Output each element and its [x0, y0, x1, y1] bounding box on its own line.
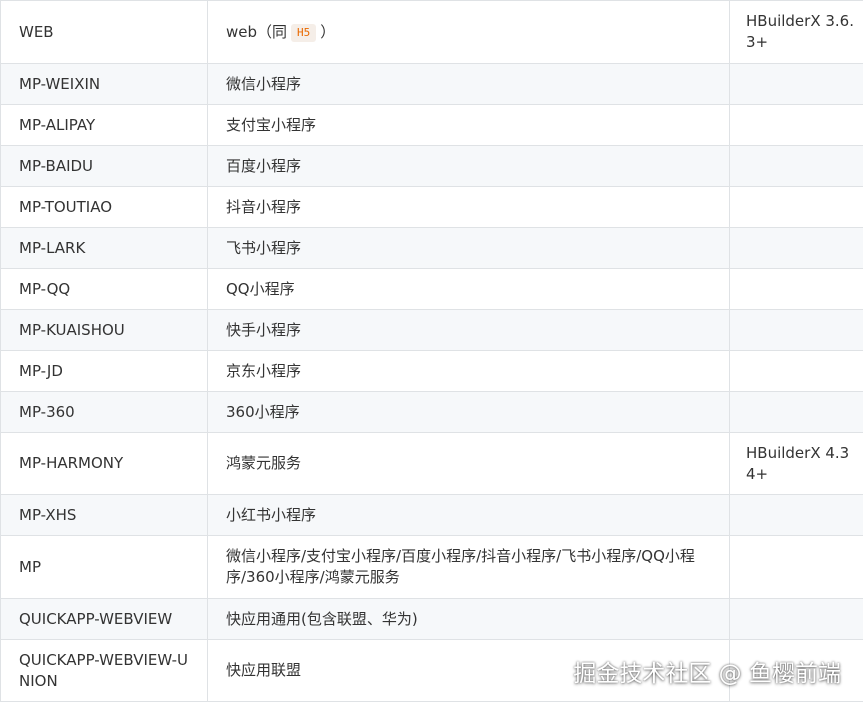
table-row: MP-QQ QQ小程序: [0, 268, 863, 310]
description-cell: 鸿蒙元服务: [207, 432, 730, 495]
table-row: MP-HARMONY 鸿蒙元服务 HBuilderX 4.34+: [0, 432, 863, 495]
description-cell: 快手小程序: [207, 309, 730, 351]
version-cell: [729, 535, 863, 599]
table-row: MP-JD 京东小程序: [0, 350, 863, 392]
table-row: MP-LARK 飞书小程序: [0, 227, 863, 269]
description-prefix: web（同: [226, 22, 288, 41]
version-cell: HBuilderX 3.6.3+: [729, 0, 863, 64]
description-suffix: ）: [320, 22, 336, 41]
version-cell: [729, 639, 863, 702]
description-cell: web（同 H5）: [207, 0, 730, 64]
description-cell: 微信小程序/支付宝小程序/百度小程序/抖音小程序/飞书小程序/QQ小程序/360…: [207, 535, 730, 599]
version-cell: HBuilderX 4.34+: [729, 432, 863, 495]
version-cell: [729, 268, 863, 310]
description-cell: 抖音小程序: [207, 186, 730, 228]
platform-cell: QUICKAPP-WEBVIEW: [0, 598, 208, 640]
platform-cell: MP-JD: [0, 350, 208, 392]
table-row: MP 微信小程序/支付宝小程序/百度小程序/抖音小程序/飞书小程序/QQ小程序/…: [0, 535, 863, 599]
description-cell: 小红书小程序: [207, 494, 730, 536]
table-row: QUICKAPP-WEBVIEW 快应用通用(包含联盟、华为): [0, 598, 863, 640]
version-cell: [729, 494, 863, 536]
description-cell: QQ小程序: [207, 268, 730, 310]
platform-cell: MP-KUAISHOU: [0, 309, 208, 351]
version-cell: [729, 598, 863, 640]
platform-cell: MP-360: [0, 391, 208, 433]
table-row: QUICKAPP-WEBVIEW-UNION 快应用联盟: [0, 639, 863, 702]
version-cell: [729, 186, 863, 228]
version-cell: [729, 227, 863, 269]
description-cell: 京东小程序: [207, 350, 730, 392]
version-cell: [729, 104, 863, 146]
platform-cell: QUICKAPP-WEBVIEW-UNION: [0, 639, 208, 702]
platform-cell: MP-QQ: [0, 268, 208, 310]
platform-cell: MP-HARMONY: [0, 432, 208, 495]
version-cell: [729, 391, 863, 433]
description-cell: 快应用通用(包含联盟、华为): [207, 598, 730, 640]
table-row: MP-XHS 小红书小程序: [0, 494, 863, 536]
table-row: MP-WEIXIN 微信小程序: [0, 63, 863, 105]
version-cell: [729, 350, 863, 392]
platform-cell: MP-XHS: [0, 494, 208, 536]
table-row: MP-TOUTIAO 抖音小程序: [0, 186, 863, 228]
platform-cell: MP-WEIXIN: [0, 63, 208, 105]
platform-cell: MP-LARK: [0, 227, 208, 269]
platform-cell: MP-TOUTIAO: [0, 186, 208, 228]
table-row: MP-ALIPAY 支付宝小程序: [0, 104, 863, 146]
description-cell: 微信小程序: [207, 63, 730, 105]
platform-cell: MP-ALIPAY: [0, 104, 208, 146]
description-cell: 快应用联盟: [207, 639, 730, 702]
table-row: MP-KUAISHOU 快手小程序: [0, 309, 863, 351]
description-cell: 百度小程序: [207, 145, 730, 187]
platform-cell: MP: [0, 535, 208, 599]
table-row: WEB web（同 H5） HBuilderX 3.6.3+: [0, 0, 863, 64]
description-cell: 飞书小程序: [207, 227, 730, 269]
description-cell: 360小程序: [207, 391, 730, 433]
version-cell: [729, 309, 863, 351]
table-row: MP-BAIDU 百度小程序: [0, 145, 863, 187]
description-cell: 支付宝小程序: [207, 104, 730, 146]
platform-cell: MP-BAIDU: [0, 145, 208, 187]
version-cell: [729, 145, 863, 187]
inline-code: H5: [291, 23, 317, 42]
platform-cell: WEB: [0, 0, 208, 64]
platform-table: WEB web（同 H5） HBuilderX 3.6.3+ MP-WEIXIN …: [0, 0, 863, 702]
table-row: MP-360 360小程序: [0, 391, 863, 433]
version-cell: [729, 63, 863, 105]
